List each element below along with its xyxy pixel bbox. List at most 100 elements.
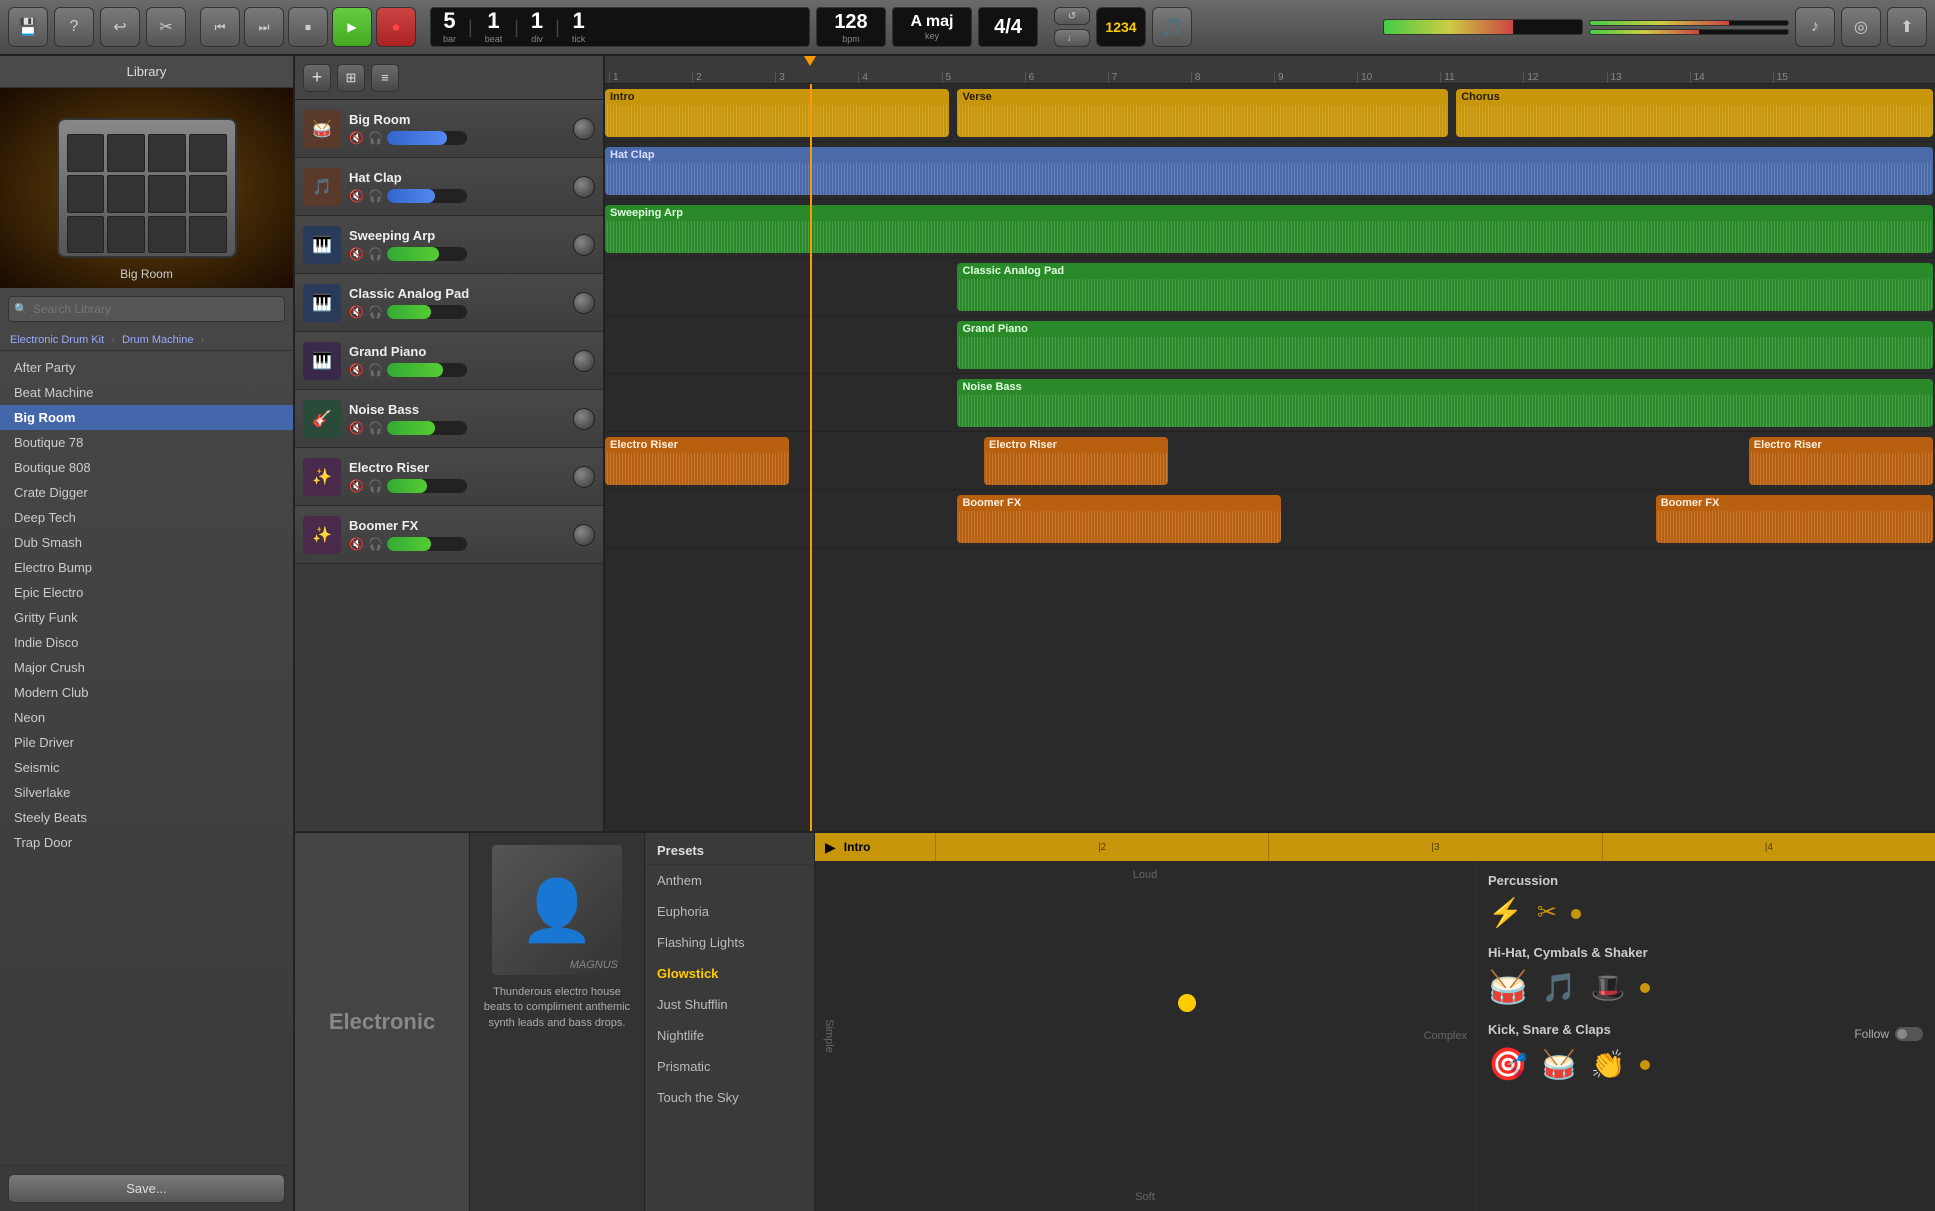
signature-display[interactable]: 4/4 <box>978 7 1038 47</box>
clip-5-0[interactable]: Noise Bass <box>957 379 1933 427</box>
track-fader-4[interactable] <box>387 363 467 377</box>
track-knob-3[interactable] <box>573 292 595 314</box>
library-item-boutique-808[interactable]: Boutique 808 <box>0 455 293 480</box>
track-knob-1[interactable] <box>573 176 595 198</box>
track-fader-2[interactable] <box>387 247 467 261</box>
track-knob-5[interactable] <box>573 408 595 430</box>
track-knob-7[interactable] <box>573 524 595 546</box>
scissors-cross-icon[interactable]: ✂ <box>1537 898 1557 927</box>
preset-item-anthem[interactable]: Anthem <box>645 865 814 896</box>
clip-1-0[interactable]: Hat Clap <box>605 147 1933 195</box>
xy-dot[interactable] <box>1178 994 1196 1012</box>
library-item-modern-club[interactable]: Modern Club <box>0 680 293 705</box>
track-knob-2[interactable] <box>573 234 595 256</box>
track-mute-7[interactable]: 🔇 <box>349 537 364 551</box>
preset-item-flashing-lights[interactable]: Flashing Lights <box>645 927 814 958</box>
clip-0-1[interactable]: Verse <box>957 89 1447 137</box>
bpm-display[interactable]: 128 bpm <box>816 7 886 47</box>
clip-0-0[interactable]: Intro <box>605 89 949 137</box>
cycle-button[interactable]: ↺ <box>1054 7 1090 25</box>
track-mute-2[interactable]: 🔇 <box>349 247 364 261</box>
pad-9[interactable] <box>67 216 105 254</box>
track-row-sweeping-arp[interactable]: 🎹 Sweeping Arp 🔇 🎧 <box>295 216 603 274</box>
pad-2[interactable] <box>107 134 145 172</box>
library-item-pile-driver[interactable]: Pile Driver <box>0 730 293 755</box>
track-solo-5[interactable]: 🎧 <box>368 421 383 435</box>
track-solo-1[interactable]: 🎧 <box>368 189 383 203</box>
shaker-icon[interactable]: 🎵 <box>1542 971 1577 1004</box>
stop-button[interactable]: ⏹ <box>288 7 328 47</box>
follow-switch[interactable] <box>1895 1027 1923 1041</box>
track-fader-6[interactable] <box>387 479 467 493</box>
pad-7[interactable] <box>148 175 186 213</box>
add-track-button[interactable]: + <box>303 64 331 92</box>
track-fader-3[interactable] <box>387 305 467 319</box>
clip-6-0[interactable]: Electro Riser <box>605 437 789 485</box>
pad-12[interactable] <box>189 216 227 254</box>
track-solo-0[interactable]: 🎧 <box>368 131 383 145</box>
pad-1[interactable] <box>67 134 105 172</box>
library-item-crate-digger[interactable]: Crate Digger <box>0 480 293 505</box>
clip-0-2[interactable]: Chorus <box>1456 89 1933 137</box>
undo-button[interactable]: ↩ <box>100 7 140 47</box>
plugins-button[interactable]: ◎ <box>1841 7 1881 47</box>
library-item-beat-machine[interactable]: Beat Machine <box>0 380 293 405</box>
pad-5[interactable] <box>67 175 105 213</box>
track-row-electro-riser[interactable]: ✨ Electro Riser 🔇 🎧 <box>295 448 603 506</box>
preset-item-just-shufflin[interactable]: Just Shufflin <box>645 989 814 1020</box>
library-item-seismic[interactable]: Seismic <box>0 755 293 780</box>
track-knob-4[interactable] <box>573 350 595 372</box>
library-item-steely-beats[interactable]: Steely Beats <box>0 805 293 830</box>
lightning-icon[interactable]: ⚡ <box>1488 896 1523 929</box>
preset-item-prismatic[interactable]: Prismatic <box>645 1051 814 1082</box>
smart-controls-button[interactable]: ⊞ <box>337 64 365 92</box>
record-button[interactable]: ⏺ <box>376 7 416 47</box>
play-button[interactable]: ▶ <box>332 7 372 47</box>
score-button[interactable]: ♪ <box>1795 7 1835 47</box>
library-item-epic-electro[interactable]: Epic Electro <box>0 580 293 605</box>
library-item-silverlake[interactable]: Silverlake <box>0 780 293 805</box>
track-row-grand-piano[interactable]: 🎹 Grand Piano 🔇 🎧 <box>295 332 603 390</box>
search-input[interactable] <box>8 296 285 322</box>
track-solo-6[interactable]: 🎧 <box>368 479 383 493</box>
pad-6[interactable] <box>107 175 145 213</box>
drive-button[interactable]: 💾 <box>8 7 48 47</box>
track-row-classic-analog-pad[interactable]: 🎹 Classic Analog Pad 🔇 🎧 <box>295 274 603 332</box>
preset-item-nightlife[interactable]: Nightlife <box>645 1020 814 1051</box>
track-fader-1[interactable] <box>387 189 467 203</box>
library-item-dub-smash[interactable]: Dub Smash <box>0 530 293 555</box>
preset-item-touch-the-sky[interactable]: Touch the Sky <box>645 1082 814 1113</box>
rewind-button[interactable]: ⏮ <box>200 7 240 47</box>
track-fader-7[interactable] <box>387 537 467 551</box>
kick-drum-icon[interactable]: 🎯 <box>1488 1045 1528 1083</box>
library-item-after-party[interactable]: After Party <box>0 355 293 380</box>
pad-4[interactable] <box>189 134 227 172</box>
track-row-boomer-fx[interactable]: ✨ Boomer FX 🔇 🎧 <box>295 506 603 564</box>
key-display[interactable]: A maj key <box>892 7 972 47</box>
track-mute-4[interactable]: 🔇 <box>349 363 364 377</box>
snare-icon[interactable]: 🥁 <box>1542 1048 1577 1081</box>
share-button[interactable]: ⬆ <box>1887 7 1927 47</box>
library-item-trap-door[interactable]: Trap Door <box>0 830 293 855</box>
track-mute-6[interactable]: 🔇 <box>349 479 364 493</box>
library-item-gritty-funk[interactable]: Gritty Funk <box>0 605 293 630</box>
metronome-button[interactable]: 🎵 <box>1152 7 1192 47</box>
track-mute-3[interactable]: 🔇 <box>349 305 364 319</box>
track-solo-4[interactable]: 🎧 <box>368 363 383 377</box>
pad-8[interactable] <box>189 175 227 213</box>
library-item-neon[interactable]: Neon <box>0 705 293 730</box>
save-button[interactable]: Save... <box>8 1174 285 1203</box>
clip-2-0[interactable]: Sweeping Arp <box>605 205 1933 253</box>
forward-button[interactable]: ⏭ <box>244 7 284 47</box>
preset-item-euphoria[interactable]: Euphoria <box>645 896 814 927</box>
clip-6-2[interactable]: Electro Riser <box>1749 437 1933 485</box>
track-mute-1[interactable]: 🔇 <box>349 189 364 203</box>
breadcrumb-link-1[interactable]: Electronic Drum Kit <box>10 334 104 346</box>
pad-10[interactable] <box>107 216 145 254</box>
clip-7-0[interactable]: Boomer FX <box>957 495 1281 543</box>
track-solo-7[interactable]: 🎧 <box>368 537 383 551</box>
track-knob-0[interactable] <box>573 118 595 140</box>
scissors-button[interactable]: ✂ <box>146 7 186 47</box>
cymbal-icon[interactable]: 🎩 <box>1591 971 1626 1004</box>
track-fader-5[interactable] <box>387 421 467 435</box>
